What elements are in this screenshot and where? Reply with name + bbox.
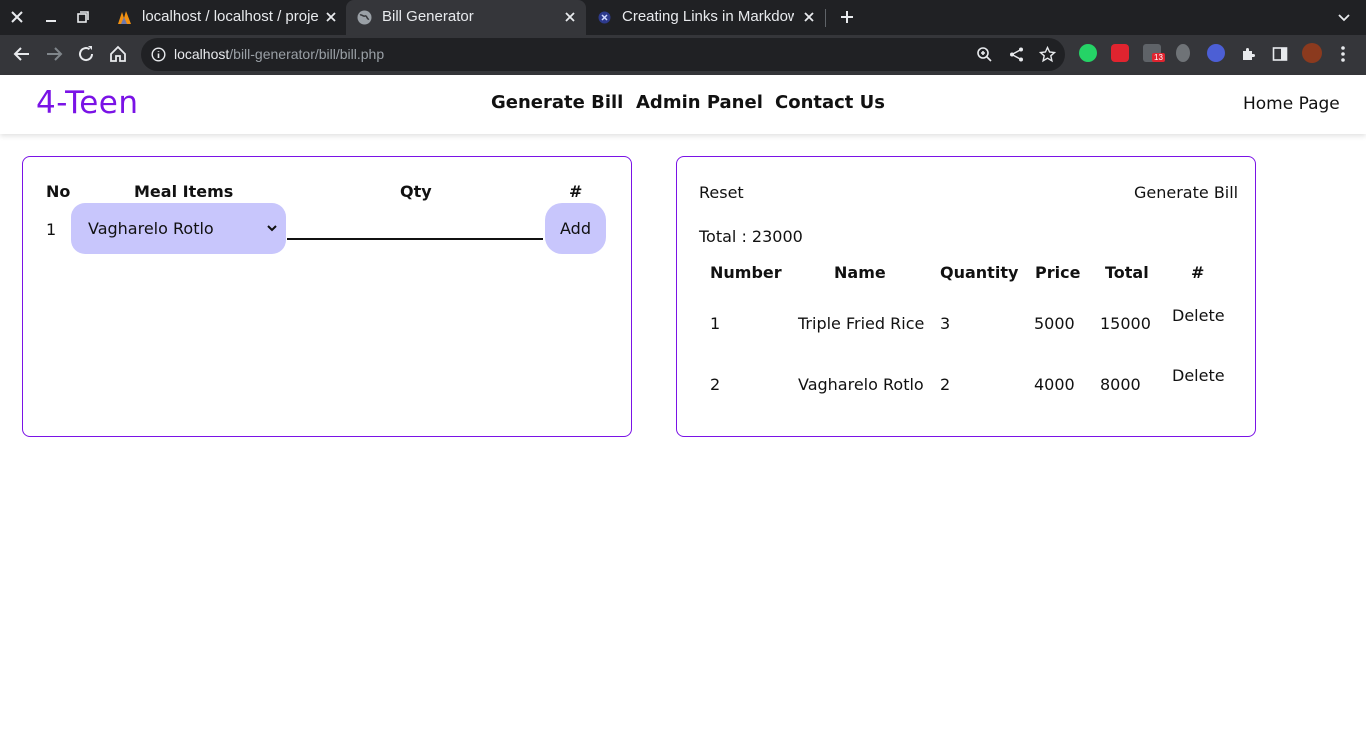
bill-cell-total: 15000 (1100, 314, 1151, 333)
site-info-icon[interactable] (151, 47, 166, 62)
globe-icon (357, 10, 372, 25)
bill-cell-quantity: 3 (940, 314, 951, 333)
tab-bill-generator[interactable]: Bill Generator (346, 0, 586, 35)
browser-toolbar: localhost/bill-generator/bill/bill.php 1… (0, 35, 1366, 75)
qty-input[interactable] (287, 207, 543, 240)
dropper-extension-icon[interactable] (1176, 44, 1190, 62)
bill-cell-quantity: 2 (940, 375, 951, 394)
nav-home-page[interactable]: Home Page (1243, 94, 1340, 114)
bill-header-hash: # (1191, 263, 1205, 282)
side-panel-icon[interactable] (1270, 44, 1290, 64)
add-button[interactable]: Add (545, 203, 606, 254)
close-tab-icon[interactable] (802, 10, 816, 24)
bill-header-quantity: Quantity (940, 263, 1019, 282)
close-tab-icon[interactable] (563, 10, 577, 24)
tab-search-chevron-icon[interactable] (1334, 7, 1354, 27)
bill-cell-name: Triple Fried Rice (798, 314, 925, 333)
url-text: localhost/bill-generator/bill/bill.php (174, 46, 385, 62)
bill-header-total: Total (1105, 263, 1149, 282)
generate-bill-button[interactable]: Generate Bill (1134, 183, 1238, 202)
browser-menu-icon[interactable] (1333, 44, 1353, 64)
delete-button[interactable]: Delete (1172, 306, 1225, 325)
extension-badge-count: 13 (1152, 53, 1165, 62)
close-window-icon[interactable] (7, 7, 27, 27)
bill-header-name: Name (834, 263, 886, 282)
whatsapp-icon[interactable] (1079, 44, 1097, 62)
row-number: 1 (46, 220, 57, 239)
bill-cell-name: Vagharelo Rotlo (798, 375, 924, 394)
markdown-site-icon (598, 11, 611, 24)
extension-badge-icon[interactable]: 13 (1143, 44, 1165, 62)
forward-icon[interactable] (44, 44, 64, 64)
bill-cell-total: 8000 (1100, 375, 1141, 394)
nav-contact-us[interactable]: Contact Us (775, 92, 885, 113)
nav-admin-panel[interactable]: Admin Panel (636, 92, 763, 113)
order-form-card: No Meal Items Qty # 1 Vagharelo Rotlo Ad… (22, 156, 632, 437)
bill-cell-price: 5000 (1034, 314, 1075, 333)
delete-button[interactable]: Delete (1172, 366, 1225, 385)
tab-separator (825, 9, 826, 27)
tab-title: Bill Generator (382, 8, 474, 25)
bill-cell-price: 4000 (1034, 375, 1075, 394)
phpmyadmin-icon (118, 11, 131, 24)
home-icon[interactable] (108, 44, 128, 64)
bill-card: Reset Generate Bill Total : 23000 Number… (676, 156, 1256, 437)
bill-cell-number: 2 (710, 375, 721, 394)
header-qty: Qty (400, 182, 432, 201)
tab-markdown-links[interactable]: Creating Links in Markdown (586, 0, 824, 35)
zoom-icon[interactable] (976, 46, 993, 63)
bill-header-price: Price (1035, 263, 1081, 282)
address-bar[interactable]: localhost/bill-generator/bill/bill.php (141, 38, 1065, 71)
reset-button[interactable]: Reset (699, 183, 744, 202)
swirl-extension-icon[interactable] (1207, 44, 1225, 62)
header-meal-items: Meal Items (134, 182, 234, 201)
new-tab-icon[interactable] (837, 7, 857, 27)
restore-window-icon[interactable] (73, 7, 93, 27)
bill-total: Total : 23000 (699, 227, 803, 246)
extensions-puzzle-icon[interactable] (1238, 44, 1258, 64)
back-icon[interactable] (12, 44, 32, 64)
tab-title: localhost / localhost / proje (142, 8, 319, 25)
meal-select-value: Vagharelo Rotlo (88, 219, 214, 238)
lock-extension-icon[interactable] (1111, 44, 1129, 62)
share-icon[interactable] (1008, 46, 1025, 63)
meal-select[interactable]: Vagharelo Rotlo (71, 203, 286, 254)
nav-generate-bill[interactable]: Generate Bill (491, 92, 623, 113)
brand-logo[interactable]: 4-Teen (36, 85, 139, 121)
close-tab-icon[interactable] (324, 10, 338, 24)
bill-header-number: Number (710, 263, 782, 282)
chevron-down-icon (267, 225, 277, 232)
reload-icon[interactable] (76, 44, 96, 64)
tab-title: Creating Links in Markdown (622, 8, 794, 25)
minimize-window-icon[interactable] (41, 7, 61, 27)
bookmark-star-icon[interactable] (1039, 46, 1056, 63)
site-navbar: 4-Teen Generate Bill Admin Panel Contact… (0, 75, 1366, 134)
browser-tabstrip: localhost / localhost / proje Bill Gener… (0, 0, 1366, 35)
profile-avatar[interactable] (1302, 43, 1322, 63)
header-hash: # (569, 182, 583, 201)
bill-cell-number: 1 (710, 314, 721, 333)
header-no: No (46, 182, 71, 201)
tab-phpmyadmin[interactable]: localhost / localhost / proje (106, 0, 346, 35)
